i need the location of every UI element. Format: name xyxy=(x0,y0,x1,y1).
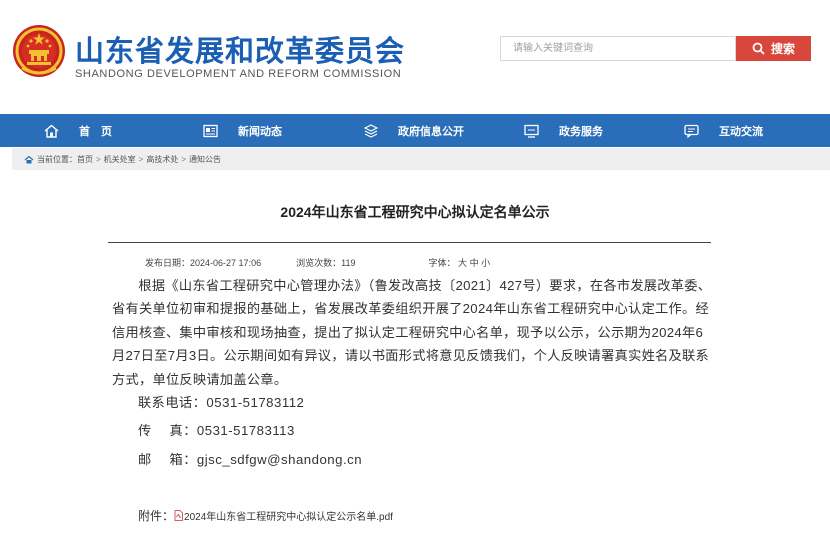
nav-item-label: 新闻动态 xyxy=(238,125,282,138)
nav-item-label: 互动交流 xyxy=(719,125,763,138)
contact-email: 邮 箱：gjsc_sdfgw@shandong.cn xyxy=(138,452,363,467)
search-input[interactable] xyxy=(513,37,728,60)
site-subtitle: SHANDONG DEVELOPMENT AND REFORM COMMISSI… xyxy=(75,68,402,80)
article-body: 根据《山东省工程研究中心管理办法》（鲁发改高技〔2021〕427号）要求，在各市… xyxy=(112,274,714,391)
search-button[interactable]: 搜索 xyxy=(736,36,811,61)
breadcrumb-link-hightech[interactable]: 高技术处 xyxy=(146,154,178,165)
attachment-filename: 2024年山东省工程研究中心拟认定公示名单.pdf xyxy=(184,512,393,523)
search-button-label: 搜索 xyxy=(770,42,795,56)
pdf-file-icon xyxy=(174,510,183,521)
font-size-label: 字体： xyxy=(428,258,456,268)
nav-item-label: 政府信息公开 xyxy=(398,125,464,138)
nav-item-label: 政务服务 xyxy=(559,125,603,138)
breadcrumb-separator: > xyxy=(138,154,144,164)
breadcrumb-link-notices[interactable]: 通知公告 xyxy=(189,154,221,165)
attachment-row: 附件： 2024年山东省工程研究中心拟认定公示名单.pdf xyxy=(138,507,393,524)
attachment-link[interactable]: 2024年山东省工程研究中心拟认定公示名单.pdf xyxy=(174,508,393,523)
breadcrumb-separator: > xyxy=(96,154,101,164)
font-size-large[interactable]: 大 xyxy=(458,256,467,269)
nav-item-gov-info[interactable]: 政府信息公开 xyxy=(364,114,464,147)
chat-icon xyxy=(684,124,699,138)
breadcrumb-link-home[interactable]: 首页 xyxy=(77,154,93,165)
site-header: 山东省发展和改革委员会 SHANDONG DEVELOPMENT AND REF… xyxy=(0,0,830,114)
home-small-icon xyxy=(24,155,34,163)
news-icon xyxy=(203,124,218,137)
main-nav: 首 页 新闻动态 政府信息公开 政务服务 互动交流 xyxy=(0,114,830,147)
article-title: 2024年山东省工程研究中心拟认定名单公示 xyxy=(280,204,550,220)
contact-phone: 联系电话：0531-51783112 xyxy=(138,395,305,410)
nav-item-news[interactable]: 新闻动态 xyxy=(203,114,282,147)
nav-item-services[interactable]: 政务服务 xyxy=(524,114,603,147)
nav-item-home[interactable]: 首 页 xyxy=(44,114,112,147)
views-count: 119 xyxy=(341,258,356,268)
views-label: 浏览次数： xyxy=(296,258,342,268)
search-icon xyxy=(752,42,765,55)
layers-icon xyxy=(364,123,378,138)
breadcrumb: 当前位置： 首页 > 机关处室 > 高技术处 > 通知公告 xyxy=(12,148,830,170)
breadcrumb-separator: > xyxy=(181,154,187,164)
home-icon xyxy=(44,124,59,138)
font-size-medium[interactable]: 中 xyxy=(470,256,479,269)
nav-item-interaction[interactable]: 互动交流 xyxy=(684,114,763,147)
title-divider xyxy=(108,242,711,243)
article-meta: 发布日期：2024-06-27 17:06 浏览次数：119 字体： 大 中 小 xyxy=(145,256,490,269)
site-title: 山东省发展和改革委员会 xyxy=(75,36,406,68)
contact-fax: 传 真：0531-51783113 xyxy=(138,423,295,438)
breadcrumb-prefix: 当前位置： xyxy=(37,154,77,164)
breadcrumb-link-departments[interactable]: 机关处室 xyxy=(104,154,136,165)
publish-date-label: 发布日期： xyxy=(145,258,191,268)
font-size-small[interactable]: 小 xyxy=(481,256,490,269)
monitor-icon xyxy=(524,124,539,138)
publish-date: 2024-06-27 17:06 xyxy=(190,258,262,268)
nav-item-label: 首 页 xyxy=(79,125,112,138)
search-box xyxy=(500,36,736,61)
article-paragraph: 根据《山东省工程研究中心管理办法》（鲁发改高技〔2021〕427号）要求，在各市… xyxy=(112,278,712,387)
attachment-label: 附件： xyxy=(138,509,175,523)
national-emblem-icon xyxy=(13,25,65,77)
